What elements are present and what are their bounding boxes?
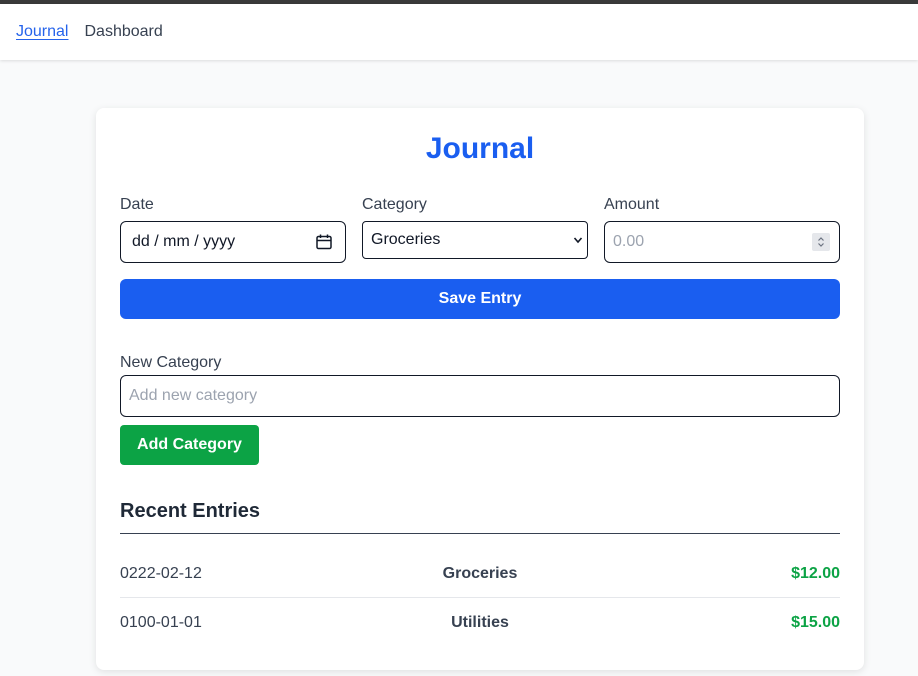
calendar-icon[interactable]: [315, 233, 333, 251]
entry-date: 0222-02-12: [120, 564, 202, 582]
category-select[interactable]: Groceries: [362, 221, 588, 259]
page-title: Journal: [425, 132, 535, 165]
category-label: Category: [362, 196, 427, 213]
journal-card: Journal Date dd / mm / yyyy Category Gro…: [96, 108, 864, 670]
amount-input[interactable]: 0.00: [604, 221, 840, 263]
number-spinner-icon[interactable]: [812, 233, 830, 251]
section-divider: [120, 533, 840, 534]
entry-row: 0100-01-01 Utilities $15.00: [120, 599, 840, 647]
entry-date: 0100-01-01: [120, 614, 202, 631]
entry-row: 0222-02-12 Groceries $12.00: [120, 550, 840, 598]
amount-placeholder: 0.00: [613, 233, 645, 250]
date-input-value: dd / mm / yyyy: [132, 233, 236, 250]
entry-amount: $12.00: [791, 564, 840, 582]
date-label: Date: [120, 196, 154, 213]
entry-category: Utilities: [451, 614, 509, 631]
top-navbar: Journal Dashboard: [0, 4, 918, 60]
entry-category: Groceries: [442, 564, 518, 582]
entry-amount: $15.00: [791, 614, 840, 631]
recent-entries-title: Recent Entries: [120, 500, 261, 522]
new-category-input[interactable]: Add new category: [120, 375, 840, 417]
nav-link-dashboard[interactable]: Dashboard: [84, 23, 162, 41]
add-category-button[interactable]: Add Category: [120, 425, 259, 465]
save-entry-button[interactable]: Save Entry: [120, 279, 840, 319]
amount-label: Amount: [604, 196, 660, 213]
date-input[interactable]: dd / mm / yyyy: [120, 221, 346, 263]
nav-link-journal[interactable]: Journal: [16, 23, 68, 41]
chevron-down-icon: [573, 237, 583, 244]
new-category-label: New Category: [120, 354, 222, 371]
category-select-value: Groceries: [371, 231, 441, 248]
